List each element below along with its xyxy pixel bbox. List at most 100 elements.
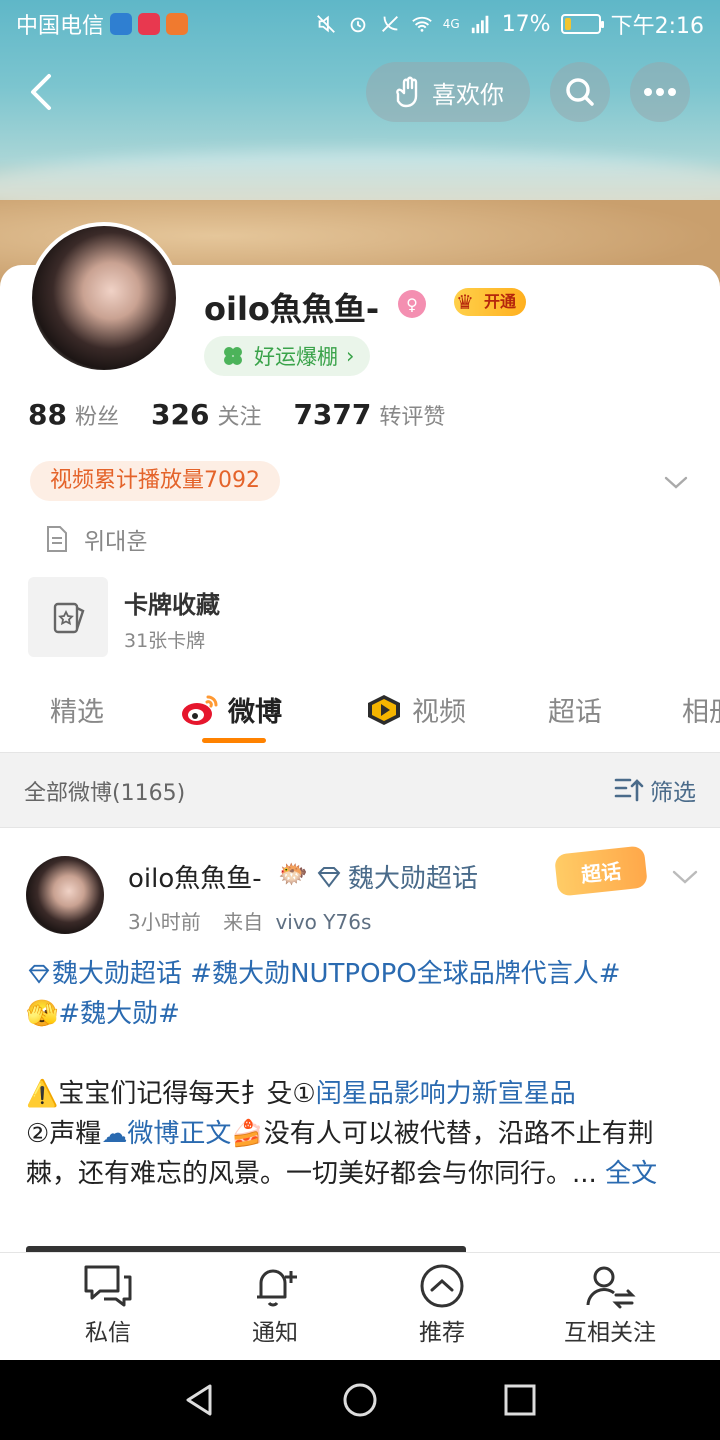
chat-icon	[84, 1265, 132, 1307]
mutual-follow-icon	[586, 1266, 636, 1309]
topic-tag-text: 魏大勋超话	[52, 959, 183, 989]
diamond-icon	[28, 964, 50, 984]
action-label: 推荐	[419, 1320, 465, 1346]
bell-plus-icon	[257, 1269, 297, 1307]
tab-label: 视频	[412, 697, 466, 728]
shield-app-icon	[110, 13, 133, 35]
post-menu-chevron-icon[interactable]	[670, 862, 700, 892]
post-topic-label: 魏大勋超话	[348, 864, 479, 894]
stat-label: 转评赞	[379, 405, 446, 430]
clover-icon	[224, 347, 242, 365]
stat-label: 关注	[217, 405, 262, 430]
signal-icon	[471, 15, 489, 34]
more-button[interactable]	[630, 62, 690, 122]
vip-open-button[interactable]: ♛ 开通	[454, 288, 527, 316]
nav-home-icon[interactable]	[340, 1380, 380, 1420]
bio-text: 위대훈	[84, 529, 148, 555]
female-icon: ♀	[398, 290, 426, 318]
stat-num: 88	[28, 398, 67, 431]
full-text-link[interactable]: 全文	[605, 1159, 657, 1189]
nav-recents-icon[interactable]	[500, 1380, 540, 1420]
stat-num: 326	[150, 398, 210, 431]
video-plays-tag[interactable]: 视频累计播放量7092	[30, 461, 280, 501]
pufferfish-icon: 🐡	[278, 860, 308, 888]
system-nav-bar	[0, 1360, 720, 1440]
luck-badge[interactable]: 好运爆棚 ›	[204, 336, 371, 376]
top-nav: 喜欢你	[0, 62, 720, 122]
stat-label: 粉丝	[74, 405, 119, 430]
post-body: 魏大勋超话 #魏大勋NUTPOPO全球品牌代言人# 🫣#魏大勋# ⚠️宝宝们记得…	[26, 954, 696, 1194]
search-button[interactable]	[550, 62, 610, 122]
search-icon	[566, 78, 594, 106]
back-button[interactable]	[18, 68, 66, 116]
profile-avatar[interactable]	[28, 222, 180, 374]
tab-featured[interactable]: 精选	[50, 690, 104, 729]
card-icon	[53, 602, 85, 634]
tab-label: 精选	[50, 697, 104, 728]
post-tags-line: 魏大勋超话 #魏大勋NUTPOPO全球品牌代言人#	[26, 954, 696, 994]
post-tags-line-2: 🫣#魏大勋#	[26, 994, 696, 1034]
luck-label: 好运爆棚	[254, 345, 338, 369]
network-type: 4G	[442, 17, 460, 31]
post-time: 3小时前	[128, 910, 201, 934]
inline-link[interactable]: 闰星品影响力新宣星品	[316, 1079, 576, 1109]
stat-num: 7377	[293, 398, 372, 431]
post-device[interactable]: vivo Y76s	[275, 910, 371, 934]
diamond-icon	[317, 866, 341, 888]
battery-percent: 17%	[501, 11, 551, 37]
card-collection-title[interactable]: 卡牌收藏	[124, 585, 220, 620]
profile-stats: 88 粉丝 326 关注 7377 转评赞	[28, 398, 477, 431]
post-text: ②声糧	[26, 1119, 102, 1149]
profile-name: oilo魚魚鱼-	[204, 290, 380, 328]
crown-icon: ♛	[456, 290, 474, 314]
vip-label: 开通	[484, 292, 517, 311]
stat-interactions[interactable]: 7377 转评赞	[293, 398, 445, 431]
post-paragraph: ⚠️宝宝们记得每天扌殳①闰星品影响力新宣星品 ②声糧☁微博正文🍰没有人可以被代替…	[26, 1074, 696, 1194]
tab-label: 相册	[682, 697, 720, 728]
message-button[interactable]: 私信	[28, 1263, 188, 1347]
tab-video[interactable]: 视频	[364, 690, 466, 729]
nav-back-icon[interactable]	[180, 1380, 220, 1420]
huawei-app-icon	[138, 13, 161, 35]
weibo-count: 全部微博(1165)	[24, 781, 186, 806]
tab-weibo[interactable]: 微博	[180, 690, 282, 729]
profile-tabs: 精选 微博 视频 超话 相册	[0, 680, 720, 752]
video-play-icon	[368, 694, 400, 725]
tab-super-topic[interactable]: 超话	[548, 690, 602, 729]
post-avatar[interactable]	[26, 856, 104, 934]
weibo-text-link-label: 微博正文	[127, 1119, 232, 1149]
post-spacer	[26, 1034, 696, 1074]
stat-followers[interactable]: 88 粉丝	[28, 398, 119, 431]
weibo-filter-bar: 全部微博(1165) 筛选	[0, 752, 720, 828]
weibo-logo-icon	[182, 695, 218, 725]
bottom-action-bar: 私信 通知 推荐 互相关注	[0, 1252, 720, 1360]
hashtag-link[interactable]: #魏大勋#	[58, 999, 180, 1029]
tab-active-indicator	[202, 738, 266, 743]
filter-button[interactable]: 筛选	[614, 773, 696, 807]
hashtag-link[interactable]: #魏大勋NUTPOPO全球品牌代言人#	[190, 959, 620, 989]
like-you-label: 喜欢你	[432, 80, 504, 109]
tab-album[interactable]: 相册	[682, 690, 720, 729]
status-bar: 中国电信 4G 17% 下午2:16	[0, 0, 720, 48]
chevron-down-icon[interactable]	[662, 468, 690, 496]
emoji-face-icon: 🫣	[26, 999, 59, 1029]
chevron-up-circle-icon	[420, 1264, 464, 1308]
clock: 下午2:16	[610, 14, 704, 39]
topic-tag-link[interactable]: 魏大勋超话	[26, 959, 182, 989]
post-super-topic-link[interactable]: 魏大勋超话	[316, 858, 478, 895]
stat-following[interactable]: 326 关注	[151, 398, 261, 431]
filter-label: 筛选	[650, 780, 696, 806]
tab-label: 超话	[548, 697, 602, 728]
recommend-button[interactable]: 推荐	[362, 1263, 522, 1347]
profile-bio: 위대훈	[44, 522, 147, 556]
post-source-prefix: 来自	[223, 910, 264, 934]
like-you-button[interactable]: 喜欢你	[366, 62, 530, 122]
post-author-name[interactable]: oilo魚魚鱼-	[128, 858, 262, 895]
card-collection-thumb[interactable]	[28, 577, 108, 657]
battery-level	[564, 18, 571, 30]
notify-button[interactable]: 通知	[195, 1263, 355, 1347]
weibo-text-link[interactable]: ☁微博正文	[101, 1119, 231, 1149]
post-text: 宝宝们记得每天扌殳①	[58, 1079, 316, 1109]
back-arrow-icon	[31, 74, 51, 110]
mutual-follow-button[interactable]: 互相关注	[530, 1263, 690, 1347]
